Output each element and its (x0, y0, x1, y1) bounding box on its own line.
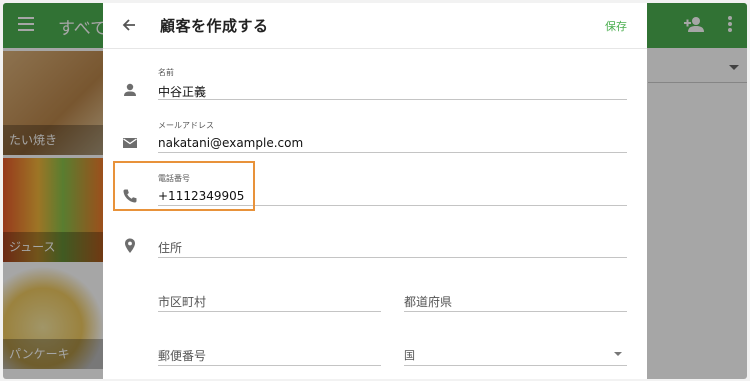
location-pin-icon (121, 237, 139, 255)
name-field[interactable]: 名前 中谷正義 (158, 65, 627, 100)
dialog-title: 顧客を作成する (160, 17, 269, 35)
mail-icon (121, 134, 139, 152)
postal-code-field[interactable]: 郵便番号 (158, 341, 381, 366)
email-value: nakatani@example.com (158, 136, 304, 150)
arrow-left-icon[interactable] (119, 15, 139, 35)
save-button[interactable]: 保存 (605, 18, 627, 34)
dialog-header: 顧客を作成する 保存 (103, 3, 647, 49)
name-value: 中谷正義 (158, 85, 207, 99)
address-placeholder: 住所 (158, 241, 183, 255)
prefecture-field[interactable]: 都道府県 (404, 287, 627, 312)
city-placeholder: 市区町村 (158, 295, 207, 309)
email-label: メールアドレス (158, 121, 214, 130)
postal-placeholder: 郵便番号 (158, 349, 207, 363)
address-field[interactable]: 住所 (158, 233, 627, 258)
prefecture-placeholder: 都道府県 (404, 295, 453, 309)
person-icon (121, 81, 139, 99)
chevron-down-icon (614, 352, 622, 356)
city-field[interactable]: 市区町村 (158, 287, 381, 312)
country-placeholder: 国 (404, 349, 415, 362)
name-label: 名前 (158, 68, 174, 77)
phone-field-highlight (113, 161, 255, 211)
email-field[interactable]: メールアドレス nakatani@example.com (158, 118, 627, 153)
country-select[interactable]: 国 (404, 341, 627, 366)
